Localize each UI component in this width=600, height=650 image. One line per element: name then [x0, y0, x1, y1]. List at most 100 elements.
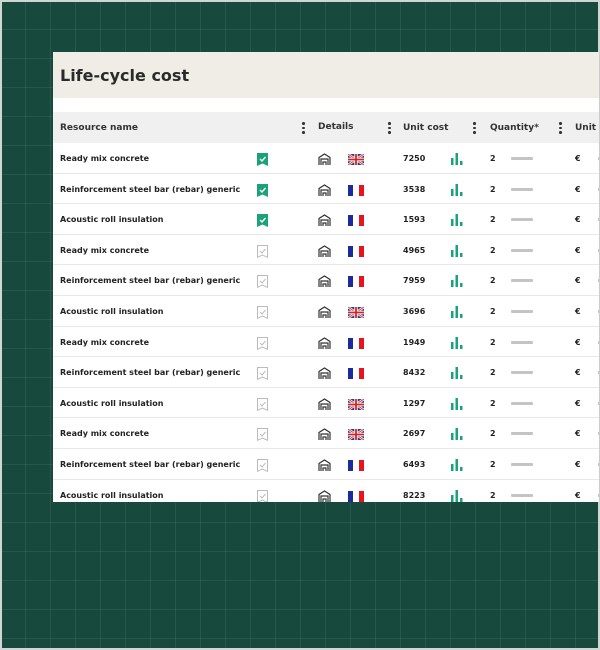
unit-cost-value: 6493: [403, 459, 426, 469]
unit-cost-value: 7959: [403, 276, 426, 286]
column-header-unit[interactable]: Unit: [575, 123, 596, 133]
building-icon[interactable]: [318, 306, 331, 319]
quantity-value[interactable]: 2: [490, 246, 496, 255]
quantity-placeholder-bar: [511, 187, 533, 191]
unit-cost-value: 8432: [403, 368, 426, 378]
building-icon[interactable]: [318, 275, 331, 288]
quantity-value[interactable]: 2: [490, 460, 496, 469]
bar-chart-icon[interactable]: [451, 489, 463, 502]
france-flag-icon: [348, 368, 364, 380]
unit-cost-value: 1949: [403, 337, 426, 347]
table-row[interactable]: Ready mix concrete 2697 2 €: [53, 418, 599, 449]
unit-cost-value: 7250: [403, 154, 426, 163]
france-flag-icon: [348, 337, 364, 349]
building-icon[interactable]: [318, 489, 331, 502]
verified-badge-icon: [257, 214, 268, 228]
resource-name: Acoustic roll insulation: [60, 490, 164, 500]
table-row[interactable]: Acoustic roll insulation 8223 2 €: [53, 480, 599, 502]
resource-name: Reinforcement steel bar (rebar) generic: [60, 459, 241, 469]
resource-name: Acoustic roll insulation: [60, 215, 164, 225]
unit-cost-value: 4965: [403, 245, 426, 255]
unit-value: €: [575, 490, 581, 500]
uk-flag-icon: [347, 305, 365, 319]
table-row[interactable]: Reinforcement steel bar (rebar) generic …: [53, 265, 599, 296]
verified-badge-icon: [257, 153, 268, 166]
quantity-value[interactable]: 2: [490, 215, 496, 224]
unit-value: €: [575, 337, 581, 347]
table-row[interactable]: Reinforcement steel bar (rebar) generic …: [53, 174, 599, 205]
column-header-resource-name[interactable]: Resource name: [60, 123, 138, 133]
verified-badge-icon: [257, 183, 268, 197]
quantity-placeholder-bar: [511, 401, 533, 405]
bar-chart-icon[interactable]: [451, 244, 463, 257]
unverified-badge-icon: [257, 428, 268, 442]
resource-name: Acoustic roll insulation: [60, 398, 164, 408]
france-flag-icon: [348, 490, 364, 502]
resource-name: Acoustic roll insulation: [60, 306, 164, 316]
bar-chart-icon[interactable]: [451, 274, 463, 288]
building-icon[interactable]: [318, 367, 331, 380]
unit-cost-value: 2697: [403, 429, 426, 439]
column-header-quantity[interactable]: Quantity*: [490, 123, 539, 133]
table-row[interactable]: Ready mix concrete 7250 2 €: [53, 143, 599, 174]
quantity-placeholder-bar: [511, 340, 533, 344]
table-row[interactable]: Acoustic roll insulation 3696 2 €: [53, 296, 599, 327]
building-icon[interactable]: [318, 183, 331, 197]
bar-chart-icon[interactable]: [451, 152, 463, 165]
table-row[interactable]: Acoustic roll insulation 1297 2 €: [53, 388, 599, 419]
table-row[interactable]: Ready mix concrete 1949 2 €: [53, 327, 599, 358]
unit-value: €: [575, 306, 581, 316]
column-menu-icon[interactable]: [388, 122, 391, 134]
building-icon[interactable]: [318, 459, 331, 472]
unit-cost-value: 1297: [403, 398, 426, 408]
unit-value: €: [575, 276, 581, 286]
table-row[interactable]: Ready mix concrete 4965 2 €: [53, 235, 599, 266]
uk-flag-icon: [347, 397, 365, 411]
table-row[interactable]: Reinforcement steel bar (rebar) generic …: [53, 357, 599, 388]
unverified-badge-icon: [257, 244, 268, 258]
bar-chart-icon[interactable]: [451, 183, 463, 196]
table-body: Ready mix concrete 7250 2 € Reinforcemen…: [53, 143, 599, 502]
column-menu-icon[interactable]: [473, 122, 476, 134]
quantity-value[interactable]: 2: [490, 185, 496, 194]
bar-chart-icon[interactable]: [451, 397, 463, 410]
unverified-badge-icon: [257, 305, 268, 320]
column-menu-icon[interactable]: [302, 122, 305, 134]
building-icon[interactable]: [318, 245, 331, 258]
bar-chart-icon[interactable]: [451, 427, 463, 441]
france-flag-icon: [348, 215, 364, 227]
quantity-value[interactable]: 2: [490, 399, 496, 408]
unverified-badge-icon: [257, 275, 268, 289]
building-icon[interactable]: [318, 336, 331, 350]
table-header: Resource name Details Unit cost Quantity…: [53, 112, 599, 143]
quantity-value[interactable]: 2: [490, 338, 496, 347]
resource-name: Ready mix concrete: [60, 154, 150, 163]
bar-chart-icon[interactable]: [451, 336, 463, 349]
building-icon[interactable]: [318, 398, 331, 411]
quantity-value[interactable]: 2: [490, 276, 496, 285]
unit-value: €: [575, 215, 581, 225]
bar-chart-icon[interactable]: [451, 366, 463, 380]
column-menu-icon[interactable]: [559, 122, 562, 134]
bar-chart-icon[interactable]: [451, 213, 463, 227]
quantity-value[interactable]: 2: [490, 491, 496, 500]
building-icon[interactable]: [318, 153, 331, 166]
table-row[interactable]: Acoustic roll insulation 1593 2 €: [53, 204, 599, 235]
quantity-placeholder-bar: [511, 309, 533, 313]
quantity-placeholder-bar: [511, 218, 533, 222]
building-icon[interactable]: [318, 428, 331, 441]
column-header-details[interactable]: Details: [318, 122, 353, 132]
bar-chart-icon[interactable]: [451, 305, 463, 318]
column-header-unit-cost[interactable]: Unit cost: [403, 123, 448, 133]
quantity-value[interactable]: 2: [490, 154, 496, 163]
uk-flag-icon: [347, 153, 365, 166]
table-row[interactable]: Reinforcement steel bar (rebar) generic …: [53, 449, 599, 480]
quantity-value[interactable]: 2: [490, 307, 496, 316]
resource-name: Reinforcement steel bar (rebar) generic: [60, 368, 241, 378]
bar-chart-icon[interactable]: [451, 458, 463, 471]
building-icon[interactable]: [318, 214, 331, 227]
unit-value: €: [575, 368, 581, 378]
quantity-placeholder-bar: [511, 462, 533, 466]
quantity-value[interactable]: 2: [490, 429, 496, 438]
quantity-value[interactable]: 2: [490, 368, 496, 377]
